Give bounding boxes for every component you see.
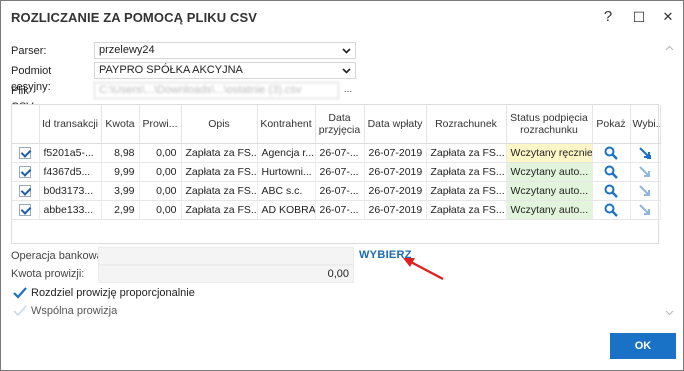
close-button[interactable]: ✕ [657, 7, 679, 27]
row-checkbox[interactable] [19, 165, 32, 178]
parser-select[interactable]: przelewy24 [94, 42, 356, 59]
kwota-prowizji-field: 0,00 [98, 265, 354, 283]
cell-id: f5201a5-... [39, 143, 102, 163]
select-arrow-icon[interactable] [638, 165, 652, 179]
cell-id: abbe133... [39, 200, 102, 220]
podmiot-value: PAYPRO SPÓŁKA AKCYJNA [99, 64, 243, 76]
cell-data-wplaty: 26-07-2019 [364, 143, 427, 163]
parser-value: przelewy24 [99, 44, 155, 56]
col-kontrahent[interactable]: Kontrahent [257, 105, 316, 144]
scroll-up-icon[interactable] [665, 43, 674, 53]
table-row[interactable]: b0d3173... 3,99 0,00 Zapłata za FS... AB… [12, 181, 661, 201]
col-wybierz[interactable]: Wybi... [630, 105, 661, 144]
cell-opis: Zapłata za FS... [181, 162, 258, 182]
rozdziel-checkbox[interactable]: Rozdziel prowizję proporcjonalnie [13, 287, 195, 299]
chevron-down-icon [342, 43, 351, 63]
cell-kwota: 9,99 [101, 162, 140, 182]
cell-data-wplaty: 26-07-2019 [364, 200, 427, 220]
cell-data-wplaty: 26-07-2019 [364, 181, 427, 201]
maximize-button[interactable]: ☐ [628, 7, 650, 27]
wspolna-label: Wspólna prowizja [31, 305, 118, 317]
col-data-przyjecia[interactable]: Data przyjęcia [315, 105, 365, 144]
row-checkbox[interactable] [19, 184, 32, 197]
cell-status: Wczytany ręcznie [506, 143, 593, 163]
browse-file-button[interactable]: ... [341, 82, 355, 99]
podmiot-select[interactable]: PAYPRO SPÓŁKA AKCYJNA [94, 62, 356, 79]
col-prowizja[interactable]: Prowi... [139, 105, 182, 144]
transactions-table: Id transakcji Kwota Prowi... Opis Kontra… [11, 104, 661, 244]
table-row[interactable]: f4367d5... 9,99 0,00 Zapłata za FS... Hu… [12, 162, 661, 182]
col-data-wplaty[interactable]: Data wpłaty [364, 105, 427, 144]
cell-kwota: 8,98 [101, 143, 140, 163]
cell-opis: Zapłata za FS... [181, 200, 258, 220]
cell-data-przyjecia: 26-07-... [315, 143, 365, 163]
table-row[interactable]: abbe133... 2,99 0,00 Zapłata za FS... AD… [12, 200, 661, 220]
kwota-prowizji-label: Kwota prowizji: [11, 268, 85, 280]
cell-kontrahent: AD KOBRA [257, 200, 316, 220]
cell-opis: Zapłata za FS... [181, 143, 258, 163]
cell-prowizja[interactable]: 0,00 [139, 162, 182, 182]
col-rozrachunek[interactable]: Rozrachunek [426, 105, 507, 144]
cell-prowizja[interactable]: 0,00 [139, 181, 182, 201]
dialog-title: ROZLICZANIE ZA POMOCĄ PLIKU CSV [11, 10, 258, 25]
parser-label: Parser: [11, 45, 47, 57]
magnifier-icon[interactable] [604, 203, 618, 217]
col-pokaz[interactable]: Pokaż [592, 105, 631, 144]
help-button[interactable]: ? [597, 7, 619, 27]
checkmark-icon [13, 287, 27, 299]
magnifier-icon[interactable] [604, 146, 618, 160]
row-checkbox[interactable] [19, 203, 32, 216]
table-row[interactable]: f5201a5-... 8,98 0,00 Zapłata za FS... A… [12, 143, 661, 163]
operacja-label: Operacja bankowa: [11, 250, 106, 262]
rozdziel-label: Rozdziel prowizję proporcjonalnie [31, 287, 195, 299]
cell-opis: Zapłata za FS... [181, 181, 258, 201]
scroll-down-icon[interactable] [665, 308, 674, 318]
annotation-arrow-icon [403, 258, 444, 281]
cell-rozrachunek: Zapłata za FS... [426, 143, 507, 163]
title-bar: ROZLICZANIE ZA POMOCĄ PLIKU CSV ? ☐ ✕ [1, 1, 683, 33]
select-arrow-icon[interactable] [638, 203, 652, 217]
cell-id: b0d3173... [39, 181, 102, 201]
cell-kwota: 3,99 [101, 181, 140, 201]
cell-prowizja[interactable]: 0,00 [139, 143, 182, 163]
cell-status: Wczytany auto... [506, 181, 593, 201]
cell-data-przyjecia: 26-07-... [315, 200, 365, 220]
col-kwota[interactable]: Kwota [101, 105, 140, 144]
cell-kontrahent: ABC s.c. [257, 181, 316, 201]
cell-rozrachunek: Zapłata za FS... [426, 200, 507, 220]
table-header-row: Id transakcji Kwota Prowi... Opis Kontra… [12, 105, 661, 144]
ok-button[interactable]: OK [610, 333, 676, 359]
cell-kontrahent: Agencja r... [257, 143, 316, 163]
dialog-window: ROZLICZANIE ZA POMOCĄ PLIKU CSV ? ☐ ✕ Pa… [0, 0, 684, 371]
cell-data-wplaty: 26-07-2019 [364, 162, 427, 182]
row-checkbox[interactable] [19, 146, 32, 159]
checkmark-icon [13, 305, 27, 317]
cell-prowizja[interactable]: 0,00 [139, 200, 182, 220]
cell-kwota: 2,99 [101, 200, 140, 220]
col-select [12, 105, 40, 144]
col-status[interactable]: Status podpięcia rozrachunku [506, 105, 593, 144]
select-arrow-icon[interactable] [638, 146, 652, 160]
wspolna-checkbox[interactable]: Wspólna prowizja [13, 305, 117, 317]
magnifier-icon[interactable] [604, 184, 618, 198]
col-id[interactable]: Id transakcji [39, 105, 102, 144]
chevron-down-icon [342, 63, 351, 83]
cell-id: f4367d5... [39, 162, 102, 182]
cell-status: Wczytany auto... [506, 200, 593, 220]
operacja-field [98, 247, 354, 265]
cell-data-przyjecia: 26-07-... [315, 181, 365, 201]
cell-data-przyjecia: 26-07-... [315, 162, 365, 182]
col-opis[interactable]: Opis [181, 105, 258, 144]
cell-kontrahent: Hurtowni... [257, 162, 316, 182]
select-arrow-icon[interactable] [638, 184, 652, 198]
plik-input[interactable]: C:\Users\...\Downloads\...\ostatnie (3).… [94, 82, 339, 99]
cell-status: Wczytany auto... [506, 162, 593, 182]
cell-rozrachunek: Zapłata za FS... [426, 162, 507, 182]
magnifier-icon[interactable] [604, 165, 618, 179]
cell-rozrachunek: Zapłata za FS... [426, 181, 507, 201]
